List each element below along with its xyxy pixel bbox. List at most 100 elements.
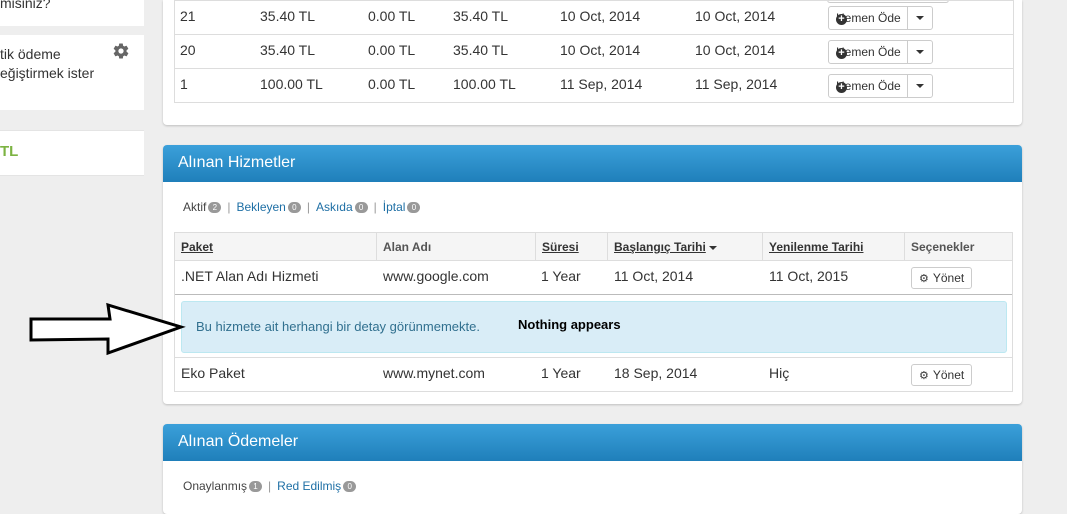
invoices-table: 21 35.40 TL 0.00 TL 35.40 TL 10 Oct, 201… [174, 0, 1014, 103]
plus-circle-icon: + [836, 14, 847, 25]
table-row[interactable]: Eko Paket www.mynet.com 1 Year 18 Sep, 2… [175, 358, 1012, 391]
invoice-id: 20 [180, 42, 196, 58]
manage-button[interactable]: ⚙ Yönet [911, 364, 973, 386]
pay-now-dropdown-toggle[interactable] [908, 7, 932, 29]
gear-icon[interactable] [112, 42, 130, 65]
filter-label: Bekleyen [236, 200, 286, 214]
manage-label: Yönet [932, 271, 965, 285]
pay-now-button-group: + Hemen Öde [828, 74, 933, 98]
column-divider [762, 233, 763, 260]
table-row: 1 100.00 TL 0.00 TL 100.00 TL 11 Sep, 20… [175, 68, 1013, 102]
pay-now-button-group: + Hemen Öde [828, 40, 933, 64]
no-details-message: Bu hizmete ait herhangi bir detay görünm… [196, 319, 480, 334]
auto-pay-text-line2: eğiştirmek ister [0, 65, 95, 81]
service-start-date: 11 Oct, 2014 [614, 268, 694, 284]
services-panel-header: Alınan Hizmetler [163, 145, 1022, 182]
plus-circle-icon: + [836, 82, 847, 93]
pay-now-button-group: + Hemen Öde [828, 6, 933, 30]
column-header-domain: Alan Adı [383, 240, 432, 254]
service-domain: www.google.com [383, 268, 489, 284]
invoice-paid: 0.00 TL [368, 42, 416, 58]
column-divider [904, 233, 905, 260]
service-package: Eko Paket [181, 365, 245, 381]
filter-label: İptal [382, 200, 406, 214]
pay-now-button[interactable]: + Hemen Öde [829, 41, 908, 63]
invoices-panel: 21 35.40 TL 0.00 TL 35.40 TL 10 Oct, 201… [163, 0, 1022, 125]
services-table: Paket Alan Adı Süresi Başlangıç Tarihi Y… [174, 232, 1013, 392]
pay-now-dropdown-toggle[interactable] [908, 75, 932, 97]
service-renewal-date: 11 Oct, 2015 [769, 268, 849, 284]
payments-panel-header: Alınan Ödemeler [163, 424, 1022, 461]
invoice-amount: 35.40 TL [260, 42, 316, 58]
info-alert: Bu hizmete ait herhangi bir detay görünm… [181, 301, 1007, 353]
service-start-date: 18 Sep, 2014 [614, 365, 698, 381]
sidebar-question-text: misiniz? [0, 0, 51, 11]
invoice-amount: 100.00 TL [260, 76, 323, 92]
table-row: 20 35.40 TL 0.00 TL 35.40 TL 10 Oct, 201… [175, 34, 1013, 68]
service-period: 1 Year [541, 268, 581, 284]
plus-circle-icon: + [836, 48, 847, 59]
service-renewal-date: Hiç [769, 365, 790, 381]
cog-icon: ⚙ [919, 369, 929, 382]
count-badge: 2 [208, 202, 222, 214]
manage-button[interactable]: ⚙ Yönet [911, 267, 973, 289]
column-header-period[interactable]: Süresi [542, 240, 579, 254]
caret-down-icon [915, 84, 924, 88]
count-badge: 0 [354, 202, 368, 214]
invoice-due-date: 10 Oct, 2014 [695, 8, 776, 24]
table-row[interactable]: .NET Alan Adı Hizmeti www.google.com 1 Y… [175, 261, 1012, 294]
filter-separator: | [227, 200, 231, 214]
invoice-id: 21 [180, 8, 196, 24]
filter-label: Askıda [315, 200, 353, 214]
invoice-id: 1 [180, 76, 188, 92]
pay-now-button[interactable]: + Hemen Öde [829, 7, 908, 29]
table-header: Paket Alan Adı Süresi Başlangıç Tarihi Y… [175, 233, 1012, 261]
invoice-total: 35.40 TL [453, 8, 509, 24]
caret-down-icon [915, 16, 924, 20]
column-divider [376, 233, 377, 260]
filter-label: Red Edilmiş [277, 479, 342, 493]
filter-suspended[interactable]: Askıda 0 [316, 200, 368, 214]
column-header-package[interactable]: Paket [181, 240, 213, 254]
services-panel: Alınan Hizmetler Aktif 2 | Bekleyen 0 | Askıda… [163, 145, 1022, 404]
filter-cancelled[interactable]: İptal 0 [383, 200, 421, 214]
sidebar-auto-pay-card: tik ödeme eğiştirmek ister [0, 35, 144, 110]
invoice-total: 100.00 TL [453, 76, 516, 92]
filter-active[interactable]: Aktif 2 [183, 200, 222, 214]
filter-separator: | [268, 479, 272, 493]
filter-rejected[interactable]: Red Edilmiş 0 [277, 479, 357, 493]
filter-pending[interactable]: Bekleyen 0 [236, 200, 301, 214]
column-header-start-date-wrap[interactable]: Başlangıç Tarihi [614, 240, 717, 254]
service-package: .NET Alan Adı Hizmeti [181, 268, 319, 284]
count-badge: 0 [287, 202, 301, 214]
table-row: 21 35.40 TL 0.00 TL 35.40 TL 10 Oct, 201… [175, 0, 1013, 34]
count-badge: 0 [407, 202, 421, 214]
pay-now-dropdown-toggle[interactable] [908, 41, 932, 63]
balance-currency: TL [0, 143, 19, 160]
service-detail-row: Bu hizmete ait herhangi bir detay görünm… [175, 294, 1012, 358]
service-domain: www.mynet.com [383, 365, 485, 381]
invoice-total: 35.40 TL [453, 42, 509, 58]
column-header-start-date: Başlangıç Tarihi [614, 240, 706, 254]
filter-separator: | [306, 200, 310, 214]
payments-panel-title: Alınan Ödemeler [178, 433, 299, 450]
invoice-paid: 0.00 TL [368, 8, 416, 24]
invoice-date: 11 Sep, 2014 [560, 76, 643, 92]
services-filter-bar: Aktif 2 | Bekleyen 0 | Askıda 0 | İptal 0 [183, 200, 421, 214]
pay-now-button[interactable]: + Hemen Öde [829, 75, 908, 97]
column-header-renewal-date[interactable]: Yenilenme Tarihi [769, 240, 863, 254]
invoice-amount: 35.40 TL [260, 8, 316, 24]
filter-separator: | [373, 200, 377, 214]
sort-desc-icon [708, 245, 717, 250]
services-panel-title: Alınan Hizmetler [178, 154, 296, 171]
sidebar-question-card: misiniz? [0, 0, 144, 26]
auto-pay-text-line1: tik ödeme [0, 46, 61, 62]
filter-label: Onaylanmış [183, 479, 248, 493]
column-header-options: Seçenekler [911, 240, 975, 254]
count-badge: 1 [249, 481, 263, 493]
filter-approved[interactable]: Onaylanmış 1 [183, 479, 263, 493]
caret-down-icon [915, 50, 924, 54]
column-divider [607, 233, 608, 260]
filter-label: Aktif [183, 200, 207, 214]
invoice-due-date: 11 Sep, 2014 [695, 76, 778, 92]
